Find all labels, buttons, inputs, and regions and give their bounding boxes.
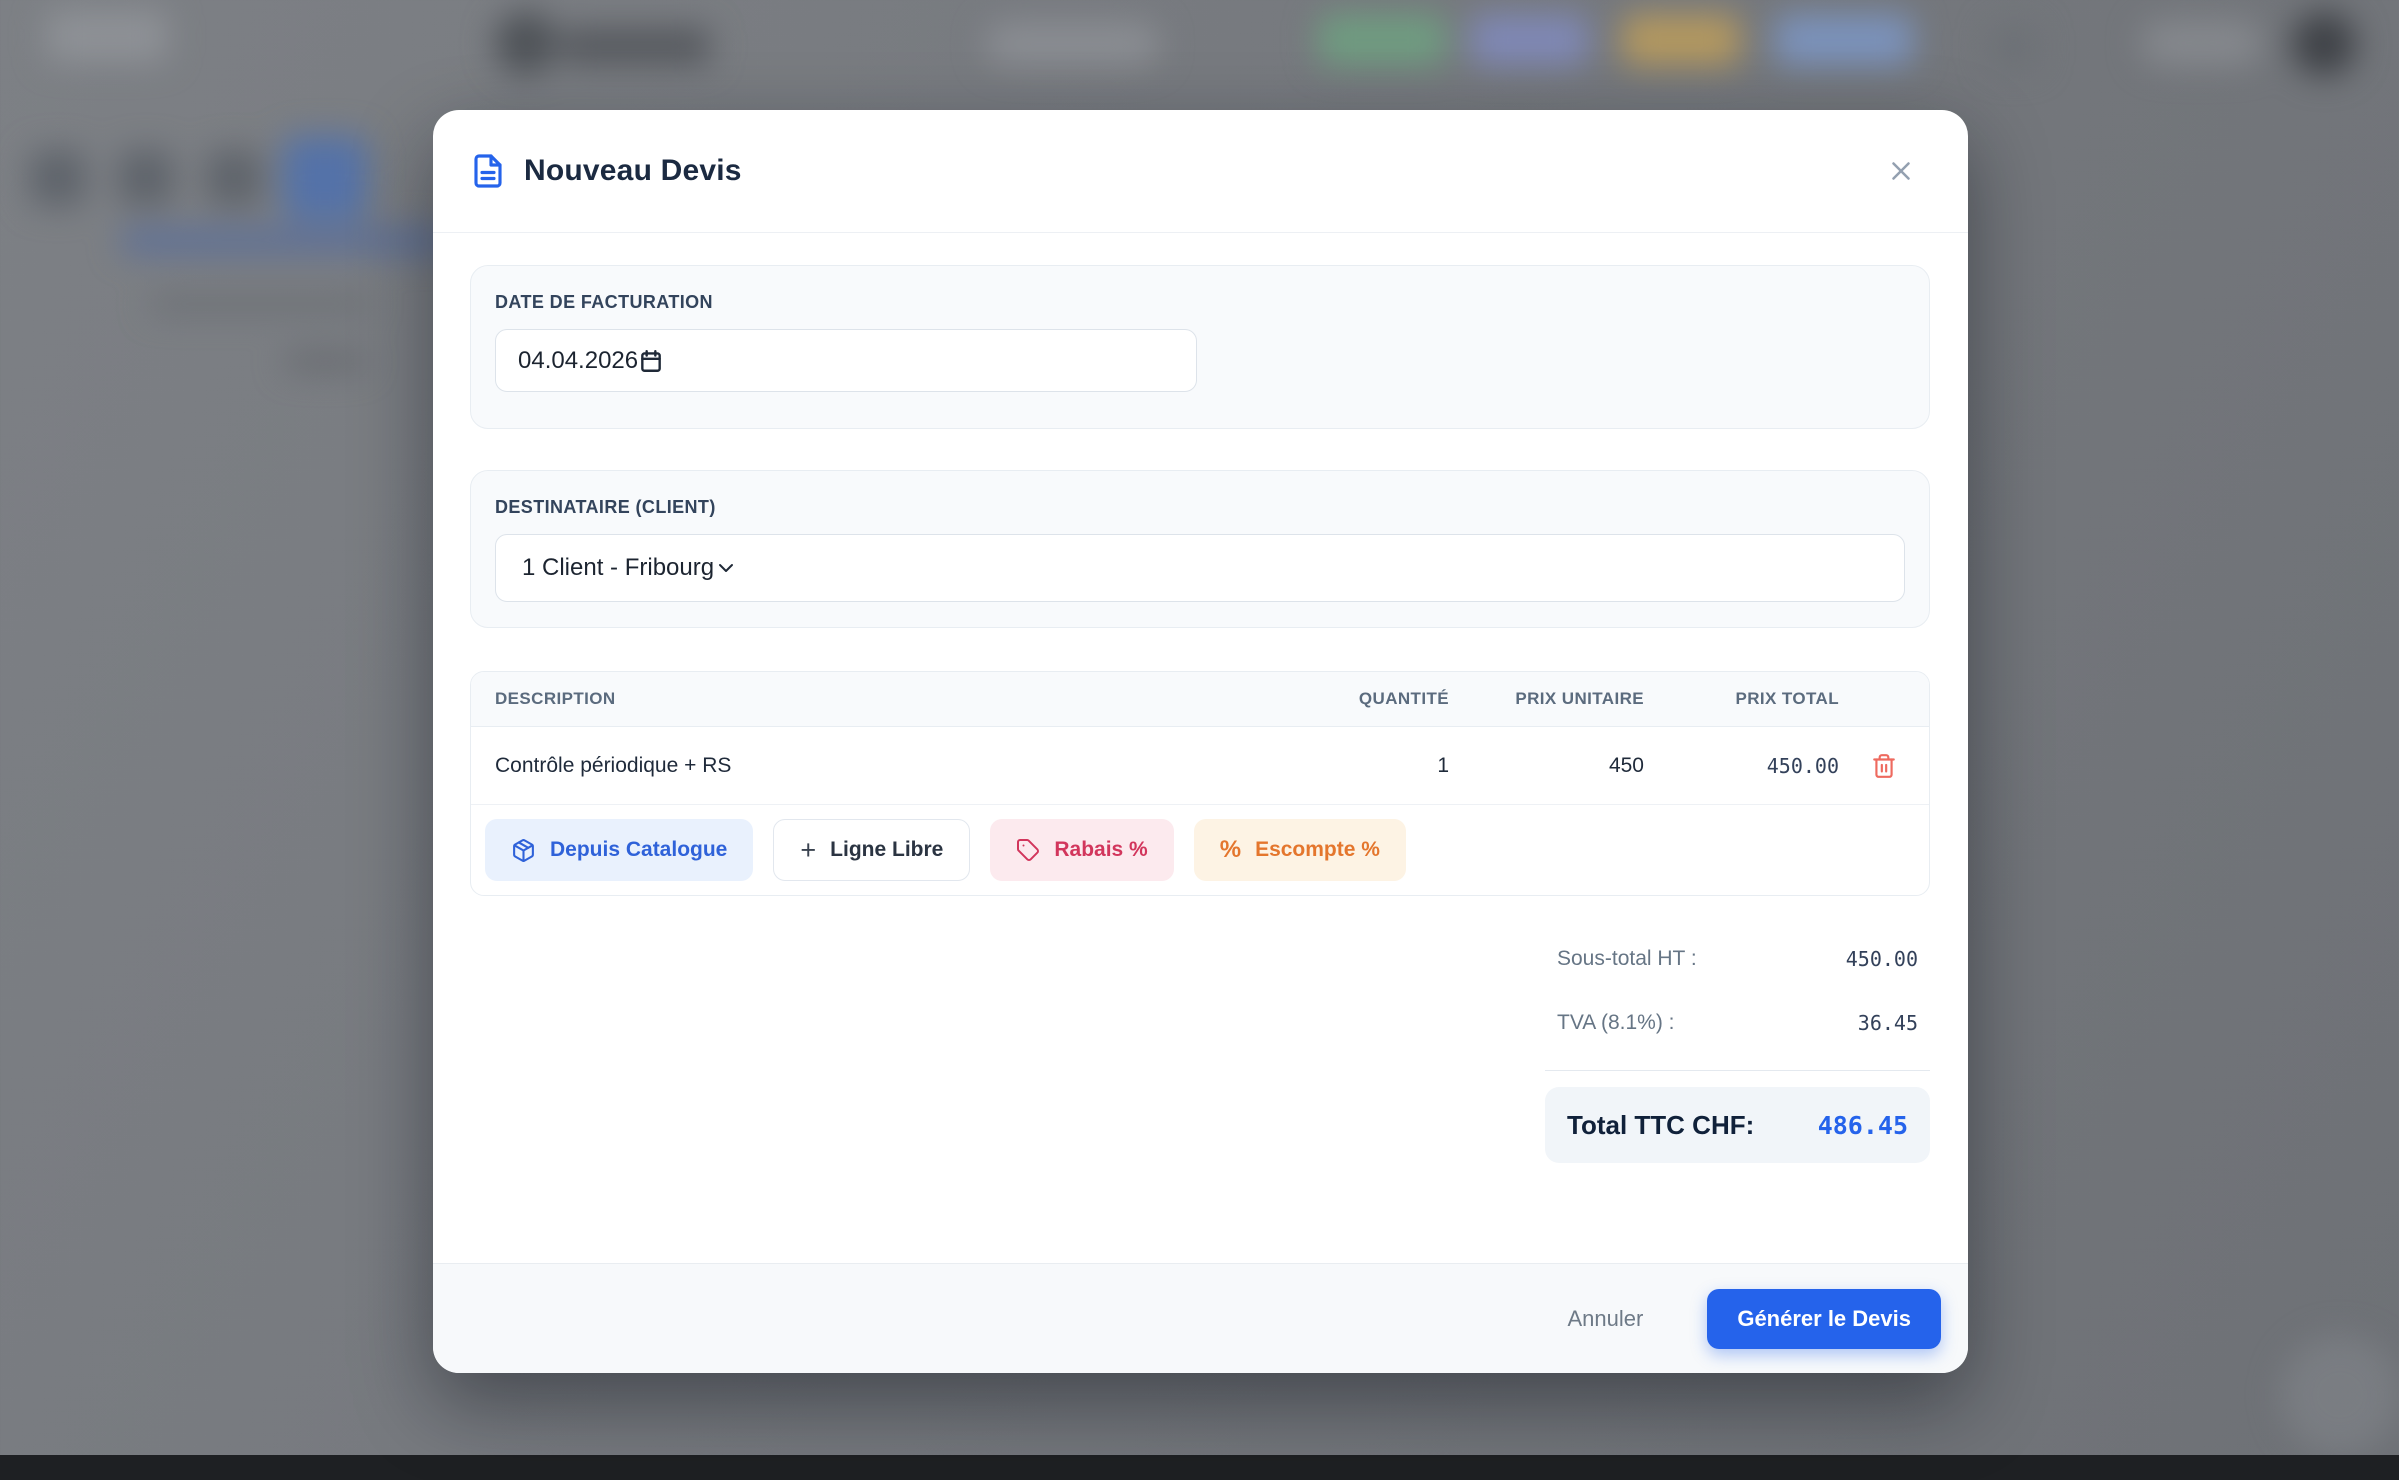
grand-total-label: Total TTC CHF: <box>1567 1110 1754 1141</box>
modal-header: Nouveau Devis <box>433 110 1968 233</box>
background-sidebar-icon-3 <box>206 150 262 206</box>
delete-line-button[interactable] <box>1871 753 1897 779</box>
trash-icon <box>1871 753 1897 779</box>
tag-icon <box>1016 838 1040 862</box>
new-quote-modal: Nouveau Devis DATE DE FACTURATION 04.04.… <box>433 110 1968 1373</box>
column-header-unit-price: PRIX UNITAIRE <box>1449 689 1644 709</box>
billing-date-section: DATE DE FACTURATION 04.04.2026 <box>470 265 1930 429</box>
background-page-title <box>562 28 710 64</box>
background-floating-button <box>2280 1335 2399 1455</box>
modal-footer: Annuler Générer le Devis <box>433 1263 1968 1373</box>
close-button[interactable] <box>1886 156 1916 186</box>
close-icon <box>1886 156 1916 186</box>
column-header-total-price: PRIX TOTAL <box>1644 689 1839 709</box>
file-text-icon <box>470 153 506 189</box>
background-taskbar <box>0 1455 2399 1480</box>
background-button-purple <box>1470 14 1588 66</box>
from-catalog-label: Depuis Catalogue <box>550 838 727 862</box>
item-unit-price: 450 <box>1449 754 1644 778</box>
background-button-green <box>1318 14 1446 66</box>
from-catalog-button[interactable]: Depuis Catalogue <box>485 819 753 881</box>
cash-discount-label: Escompte % <box>1255 838 1380 862</box>
recipient-label: DESTINATAIRE (CLIENT) <box>495 497 1905 518</box>
vat-value: 36.45 <box>1858 1011 1918 1035</box>
background-avatar-left <box>495 12 557 74</box>
background-search-pill <box>985 22 1160 66</box>
billing-date-label: DATE DE FACTURATION <box>495 292 1905 313</box>
background-sidebar-text <box>150 296 370 312</box>
background-avatar-right <box>2292 12 2356 76</box>
discount-button[interactable]: Rabais % <box>990 819 1173 881</box>
item-total-price: 450.00 <box>1644 754 1839 778</box>
background-sidebar-icon-1 <box>30 150 86 206</box>
subtotal-value: 450.00 <box>1846 947 1918 971</box>
column-header-quantity: QUANTITÉ <box>1269 689 1449 709</box>
background-sidebar-subtext <box>285 352 365 370</box>
background-sidebar-icon-active <box>282 136 368 220</box>
modal-body: DATE DE FACTURATION 04.04.2026 DESTINATA… <box>433 233 1968 1263</box>
vat-row: TVA (8.1%) : 36.45 <box>1545 1006 1930 1040</box>
totals-section: Sous-total HT : 450.00 TVA (8.1%) : 36.4… <box>1545 942 1930 1163</box>
generate-quote-button[interactable]: Générer le Devis <box>1707 1289 1941 1349</box>
subtotal-label: Sous-total HT : <box>1557 947 1697 971</box>
items-table-header: DESCRIPTION QUANTITÉ PRIX UNITAIRE PRIX … <box>471 672 1929 727</box>
billing-date-input[interactable]: 04.04.2026 <box>495 329 1197 392</box>
cash-discount-button[interactable]: % Escompte % <box>1194 819 1406 881</box>
totals-divider <box>1545 1070 1930 1071</box>
grand-total-row: Total TTC CHF: 486.45 <box>1545 1087 1930 1163</box>
modal-title: Nouveau Devis <box>524 154 742 188</box>
free-line-button[interactable]: + Ligne Libre <box>773 819 970 881</box>
background-toolbar-icon <box>1990 25 2038 69</box>
subtotal-row: Sous-total HT : 450.00 <box>1545 942 1930 976</box>
percent-icon: % <box>1220 836 1241 864</box>
line-actions-row: Depuis Catalogue + Ligne Libre Rabais % <box>471 805 1929 895</box>
background-button-blue <box>1775 14 1913 66</box>
background-button-amber <box>1622 14 1740 66</box>
background-logo <box>46 10 168 62</box>
vat-label: TVA (8.1%) : <box>1557 1011 1674 1035</box>
item-description: Contrôle périodique + RS <box>471 754 1269 778</box>
background-user-pill <box>2140 20 2262 66</box>
item-quantity: 1 <box>1269 754 1449 778</box>
background-active-underline <box>120 228 450 254</box>
items-table: DESCRIPTION QUANTITÉ PRIX UNITAIRE PRIX … <box>470 671 1930 896</box>
discount-label: Rabais % <box>1054 838 1147 862</box>
plus-icon: + <box>800 837 816 864</box>
grand-total-value: 486.45 <box>1818 1111 1908 1140</box>
background-sidebar-icon-2 <box>118 150 174 206</box>
recipient-section: DESTINATAIRE (CLIENT) 1 Client - Fribour… <box>470 470 1930 628</box>
calendar-icon[interactable] <box>638 348 664 374</box>
free-line-label: Ligne Libre <box>830 838 943 862</box>
client-select-value: 1 Client - Fribourg <box>522 554 714 582</box>
billing-date-value: 04.04.2026 <box>518 347 638 375</box>
client-select[interactable]: 1 Client - Fribourg <box>495 534 1905 602</box>
cancel-button[interactable]: Annuler <box>1549 1296 1661 1342</box>
chevron-down-icon <box>714 556 738 580</box>
column-header-description: DESCRIPTION <box>471 689 1269 709</box>
package-icon <box>511 838 536 863</box>
table-row: Contrôle périodique + RS 1 450 450.00 <box>471 727 1929 805</box>
